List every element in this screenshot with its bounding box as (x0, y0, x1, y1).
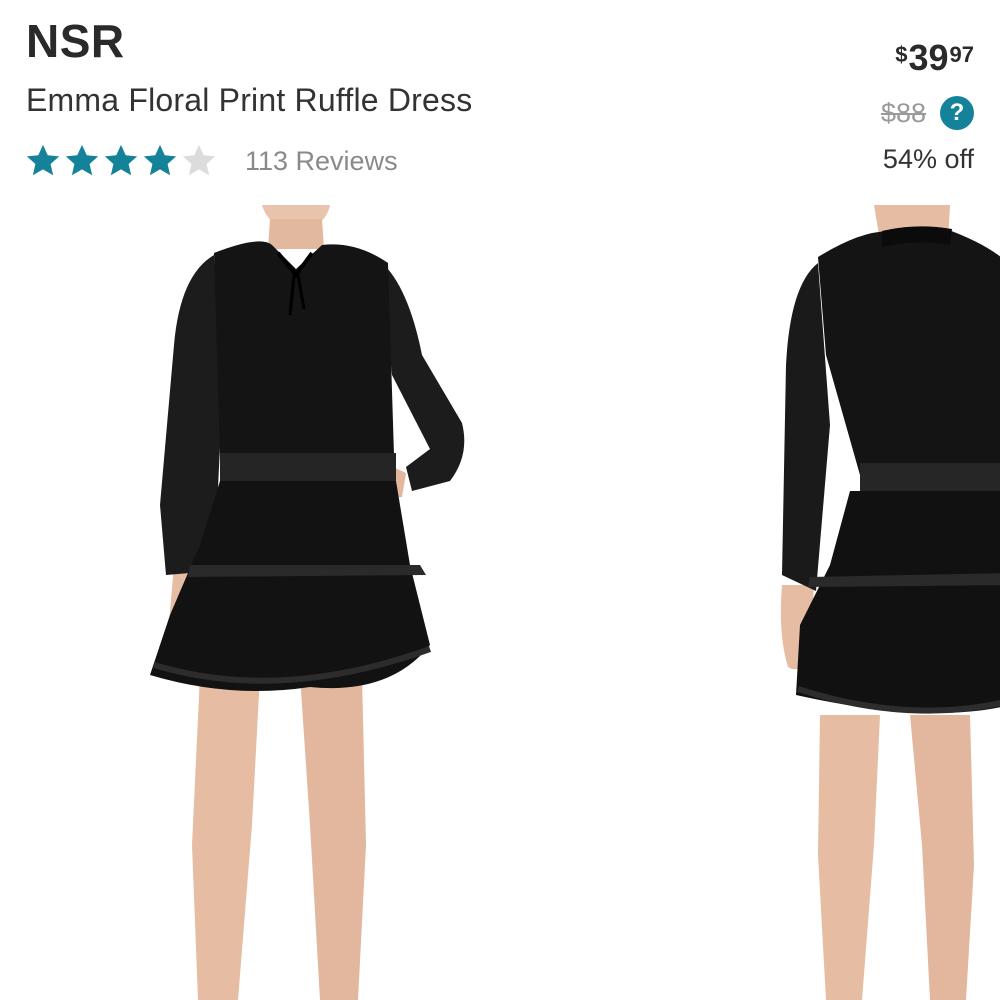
reviews-link[interactable]: 113 Reviews (245, 146, 398, 177)
price-whole: 39 (908, 37, 949, 78)
product-page: NSR Emma Floral Print Ruffle Dress 113 R… (0, 0, 1000, 1000)
discount-label: 54% off (882, 144, 974, 174)
rating-row[interactable]: 113 Reviews (24, 140, 398, 182)
star-icon (63, 142, 101, 180)
sale-price: $ 39 97 (895, 40, 974, 76)
product-gallery[interactable] (0, 205, 1000, 1000)
star-icon (141, 142, 179, 180)
price-cents: 97 (949, 42, 974, 67)
original-price-row: $88 ? (881, 96, 974, 130)
star-empty-icon (180, 142, 218, 180)
brand-name[interactable]: NSR (26, 14, 125, 68)
star-icon (24, 142, 62, 180)
help-icon[interactable]: ? (940, 96, 974, 130)
original-price: $88 (880, 97, 926, 128)
currency-symbol: $ (895, 42, 908, 67)
product-title: Emma Floral Print Ruffle Dress (26, 82, 473, 118)
product-image-front[interactable] (130, 205, 490, 1000)
product-image-back[interactable] (770, 205, 1000, 1000)
star-icon (102, 142, 140, 180)
